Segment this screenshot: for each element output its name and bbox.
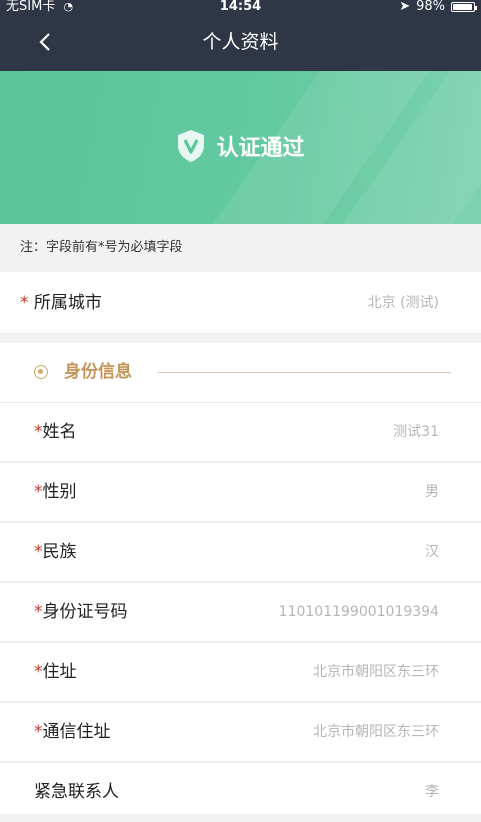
field-label-text: 姓名 [42, 422, 77, 442]
city-row[interactable]: * 所属城市 北京 (测试) [0, 272, 481, 334]
city-value: 北京 (测试) [367, 295, 439, 311]
field-value: 测试31 [393, 424, 439, 440]
city-label-text: 所属城市 [33, 293, 102, 313]
field-label: *身份证号码 [34, 583, 128, 642]
city-label: * 所属城市 [20, 272, 102, 334]
required-star: * [34, 662, 43, 682]
section-divider [158, 372, 451, 373]
verification-banner: 认证通过 [0, 71, 481, 224]
field-row-emergency-contact[interactable]: 紧急联系人 李 [0, 763, 481, 814]
field-label-text: 紧急联系人 [34, 782, 119, 802]
field-row-mailing-address[interactable]: *通信住址 北京市朝阳区东三环 [0, 703, 481, 762]
required-star: * [34, 602, 43, 622]
field-label: *住址 [34, 643, 77, 702]
battery-percent: 98% [416, 0, 445, 14]
field-row-ethnicity[interactable]: *民族 汉 [0, 523, 481, 582]
nav-bar: 个人资料 [0, 14, 481, 71]
status-right-group: ➤ 98% [399, 0, 477, 14]
page-title: 个人资料 [202, 31, 279, 53]
verification-badge: 认证通过 [0, 129, 481, 163]
field-label-text: 住址 [42, 662, 77, 682]
location-icon: ➤ [399, 0, 411, 14]
field-value: 李 [425, 784, 439, 800]
identity-section-header: 身份信息 [0, 343, 481, 403]
verification-status: 认证通过 [216, 136, 305, 161]
battery-fill [453, 4, 473, 10]
field-value: 北京市朝阳区东三环 [313, 724, 439, 740]
field-value: 110101199001019394 [278, 604, 439, 620]
field-label: *姓名 [34, 403, 77, 462]
field-label: *通信住址 [34, 703, 111, 762]
field-row-id-number[interactable]: *身份证号码 110101199001019394 [0, 583, 481, 642]
field-value: 汉 [425, 544, 439, 560]
status-bar: 无SIM卡 ◔ 14:54 ➤ 98% [0, 0, 481, 14]
field-row-name[interactable]: *姓名 测试31 [0, 403, 481, 462]
required-field-note: 注：字段前有*号为必填字段 [0, 224, 481, 272]
field-label: 紧急联系人 [34, 763, 119, 822]
field-label: *性别 [34, 463, 77, 522]
required-star: * [34, 542, 43, 562]
field-label-text: 民族 [42, 542, 77, 562]
section-title: 身份信息 [64, 362, 132, 382]
field-row-address[interactable]: *住址 北京市朝阳区东三环 [0, 643, 481, 702]
required-star: * [34, 422, 43, 442]
field-label-text: 通信住址 [42, 722, 111, 742]
field-label: *民族 [34, 523, 77, 582]
field-row-gender[interactable]: *性别 男 [0, 463, 481, 522]
field-label-text: 身份证号码 [42, 602, 128, 622]
verified-shield-icon [178, 130, 205, 162]
field-value: 男 [425, 484, 439, 500]
field-value: 北京市朝阳区东三环 [313, 664, 439, 680]
required-star: * [34, 482, 43, 502]
battery-icon [451, 2, 477, 12]
field-label-text: 性别 [42, 482, 77, 502]
required-star: * [34, 722, 43, 742]
note-text: 注：字段前有*号为必填字段 [20, 240, 183, 255]
section-radio-icon [34, 365, 48, 379]
required-star: * [20, 293, 29, 313]
